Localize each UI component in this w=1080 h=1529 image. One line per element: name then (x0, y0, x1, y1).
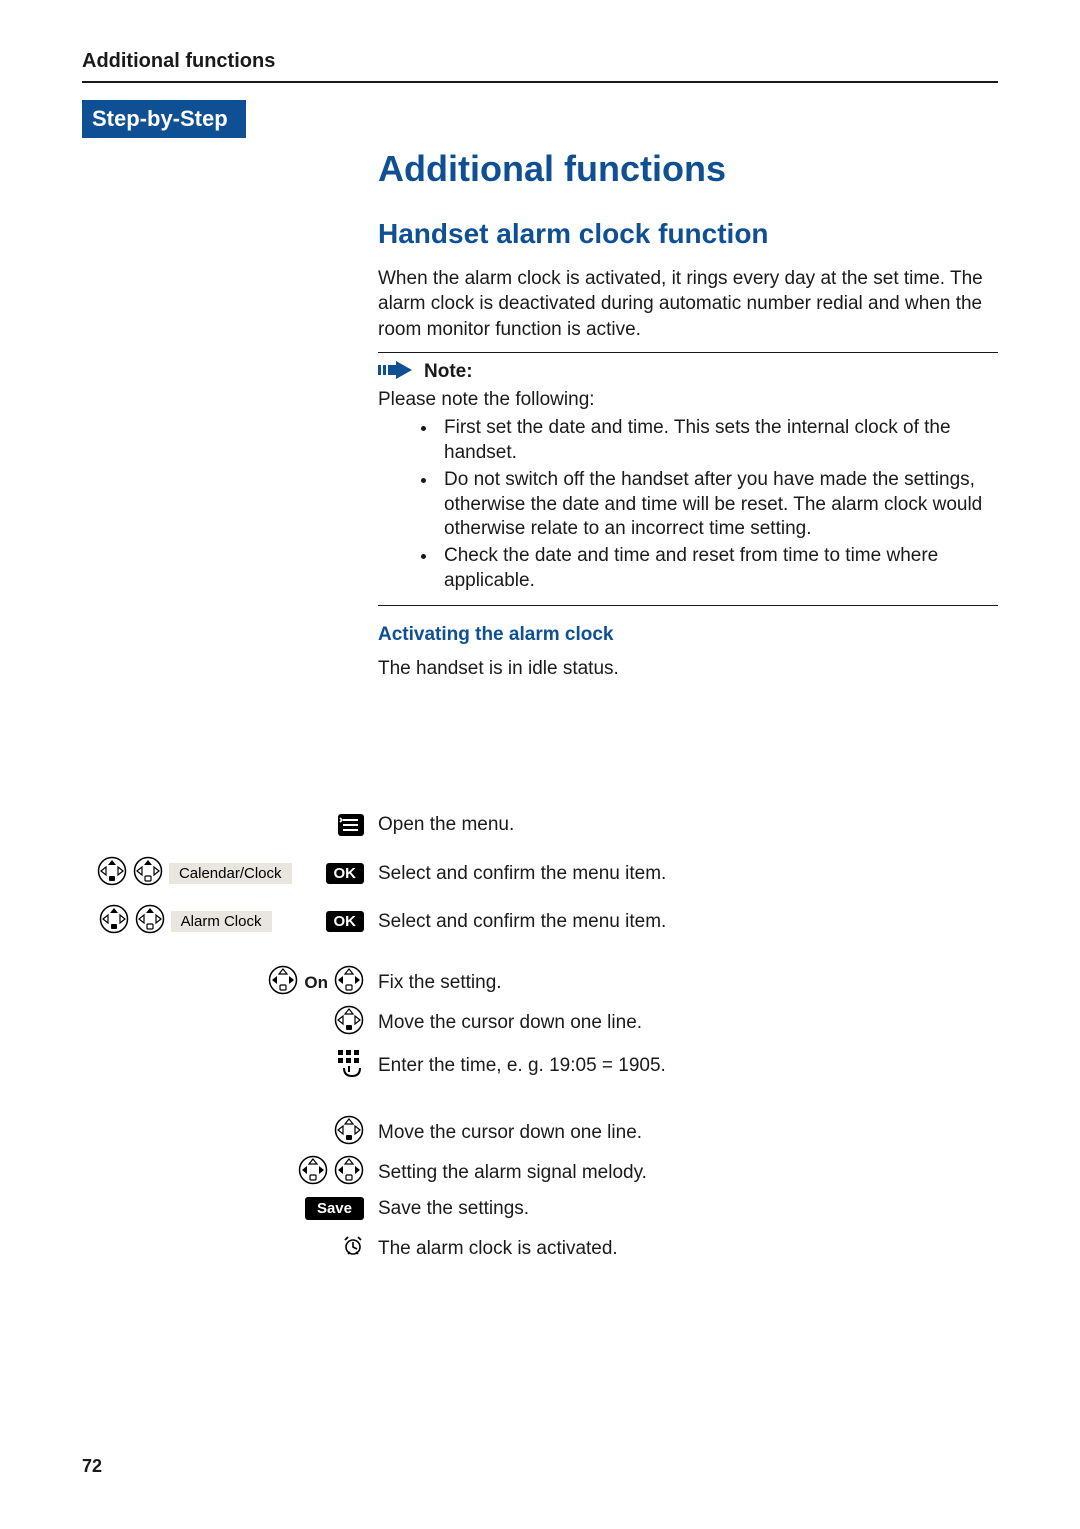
menu-icon (338, 814, 364, 836)
keypad-icon (334, 1048, 364, 1083)
page-title: Additional functions (378, 148, 998, 190)
note-item: Do not switch off the handset after you … (438, 468, 998, 542)
menu-item-calendar: Calendar/Clock (169, 863, 292, 884)
step-text: Select and confirm the menu item. (378, 911, 998, 933)
note-box: Note: Please note the following: First s… (378, 352, 998, 607)
page-number: 72 (82, 1456, 102, 1477)
step-row-melody: Setting the alarm signal melody. (82, 1155, 998, 1190)
nav-down-icon (334, 1115, 364, 1150)
ok-softkey: OK (326, 863, 365, 884)
step-row-alarm: Alarm Clock OK Select and confirm the me… (82, 904, 998, 939)
step-text: Enter the time, e. g. 19:05 = 1905. (378, 1055, 998, 1077)
step-by-step-tag: Step-by-Step (82, 100, 246, 138)
step-text: Save the settings. (378, 1198, 998, 1220)
nav-down-icon (99, 904, 129, 939)
menu-item-alarm: Alarm Clock (171, 911, 272, 932)
section-title: Handset alarm clock function (378, 218, 998, 250)
intro-paragraph: When the alarm clock is activated, it ri… (378, 266, 998, 342)
nav-side-icon (334, 965, 364, 1000)
note-list: First set the date and time. This sets t… (378, 416, 998, 593)
idle-status-text: The handset is in idle status. (378, 656, 998, 681)
alarm-clock-icon (342, 1235, 364, 1262)
nav-side-icon (298, 1155, 328, 1190)
step-row-cursor1: Move the cursor down one line. (82, 1005, 998, 1040)
note-item: Check the date and time and reset from t… (438, 544, 998, 593)
running-head: Additional functions (82, 50, 998, 83)
step-text: Open the menu. (378, 814, 998, 836)
on-label: On (304, 973, 328, 993)
step-text: Fix the setting. (378, 972, 998, 994)
note-lead: Please note the following: (378, 388, 998, 413)
note-label: Note: (424, 361, 473, 383)
step-row-enter-time: Enter the time, e. g. 19:05 = 1905. (82, 1048, 998, 1083)
step-text: The alarm clock is activated. (378, 1238, 998, 1260)
subsection-title: Activating the alarm clock (378, 624, 998, 646)
nav-down-icon (97, 856, 127, 891)
page: Additional functions Step-by-Step Additi… (0, 0, 1080, 1529)
step-row-cursor2: Move the cursor down one line. (82, 1115, 998, 1150)
nav-up-icon (133, 856, 163, 891)
step-text: Select and confirm the menu item. (378, 863, 998, 885)
nav-up-icon (135, 904, 165, 939)
step-row-activated: The alarm clock is activated. (82, 1235, 998, 1262)
note-arrow-icon (378, 361, 414, 384)
step-text: Setting the alarm signal melody. (378, 1162, 998, 1184)
ok-softkey: OK (326, 911, 365, 932)
save-softkey: Save (305, 1197, 364, 1220)
step-row-save: Save Save the settings. (82, 1197, 998, 1220)
nav-down-icon (334, 1005, 364, 1040)
nav-side-icon (334, 1155, 364, 1190)
note-item: First set the date and time. This sets t… (438, 416, 998, 465)
content-column: Additional functions Handset alarm clock… (378, 148, 998, 692)
step-row-calendar: Calendar/Clock OK Select and confirm the… (82, 856, 998, 891)
step-row-fix: On Fix the setting. (82, 965, 998, 1000)
step-text: Move the cursor down one line. (378, 1012, 998, 1034)
nav-side-icon (268, 965, 298, 1000)
step-text: Move the cursor down one line. (378, 1122, 998, 1144)
step-row-open-menu: Open the menu. (82, 814, 998, 836)
